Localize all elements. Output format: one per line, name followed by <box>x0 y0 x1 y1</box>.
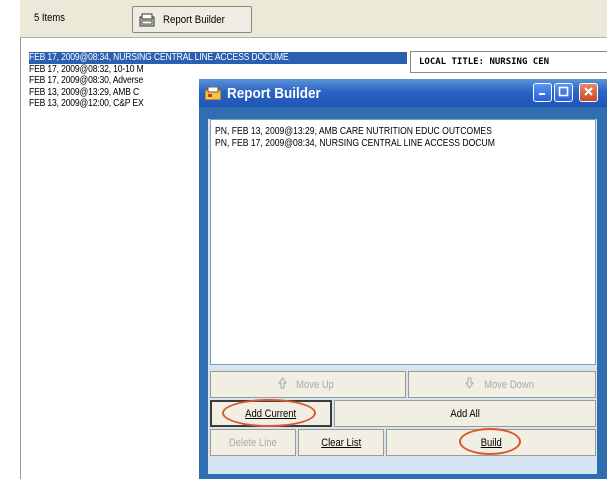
report-builder-label: Report Builder <box>163 13 225 26</box>
maximize-button[interactable] <box>554 83 573 102</box>
clear-list-label: Clear List <box>321 436 361 449</box>
maximize-icon <box>558 84 569 102</box>
add-all-label: Add All <box>450 407 480 420</box>
arrow-down-icon <box>465 377 475 392</box>
add-current-button[interactable]: Add Current <box>210 400 332 427</box>
report-items-list[interactable]: PN, FEB 13, 2009@13:29, AMB CARE NUTRITI… <box>210 119 596 365</box>
move-up-label: Move Up <box>296 378 335 391</box>
report-builder-dialog: Report Builder PN, FEB 13, 2009@13:29, A… <box>199 79 607 479</box>
list-item[interactable]: FEB 17, 2009@08:34, NURSING CENTRAL LINE… <box>29 52 407 64</box>
delete-line-label: Delete Line <box>229 436 277 449</box>
report-builder-icon <box>139 13 157 27</box>
app-icon <box>204 86 222 101</box>
move-up-button[interactable]: Move Up <box>210 371 406 398</box>
toolbar: 5 Items Report Builder <box>20 0 607 38</box>
add-current-label: Add Current <box>245 407 297 420</box>
note-detail-header: LOCAL TITLE: NURSING CEN <box>410 51 607 73</box>
move-down-button[interactable]: Move Down <box>408 371 596 398</box>
list-item[interactable]: PN, FEB 13, 2009@13:29, AMB CARE NUTRITI… <box>215 126 595 138</box>
delete-line-button[interactable]: Delete Line <box>210 429 296 456</box>
close-button[interactable] <box>579 83 598 102</box>
add-all-button[interactable]: Add All <box>334 400 596 427</box>
arrow-up-icon <box>278 377 288 392</box>
list-item[interactable]: PN, FEB 17, 2009@08:34, NURSING CENTRAL … <box>215 138 595 150</box>
minimize-button[interactable] <box>533 83 552 102</box>
report-builder-button[interactable]: Report Builder <box>132 6 252 33</box>
minimize-icon <box>537 84 548 102</box>
clear-list-button[interactable]: Clear List <box>298 429 384 456</box>
build-label: Build <box>480 436 502 449</box>
dialog-title: Report Builder <box>227 85 321 102</box>
list-item[interactable]: FEB 17, 2009@08:32, 10-10 M <box>29 64 407 76</box>
dialog-titlebar[interactable]: Report Builder <box>199 79 607 107</box>
close-icon <box>583 84 594 102</box>
build-button[interactable]: Build <box>386 429 596 456</box>
items-count: 5 Items <box>34 12 66 24</box>
move-down-label: Move Down <box>484 378 535 391</box>
dialog-body: PN, FEB 13, 2009@13:29, AMB CARE NUTRITI… <box>208 119 597 474</box>
